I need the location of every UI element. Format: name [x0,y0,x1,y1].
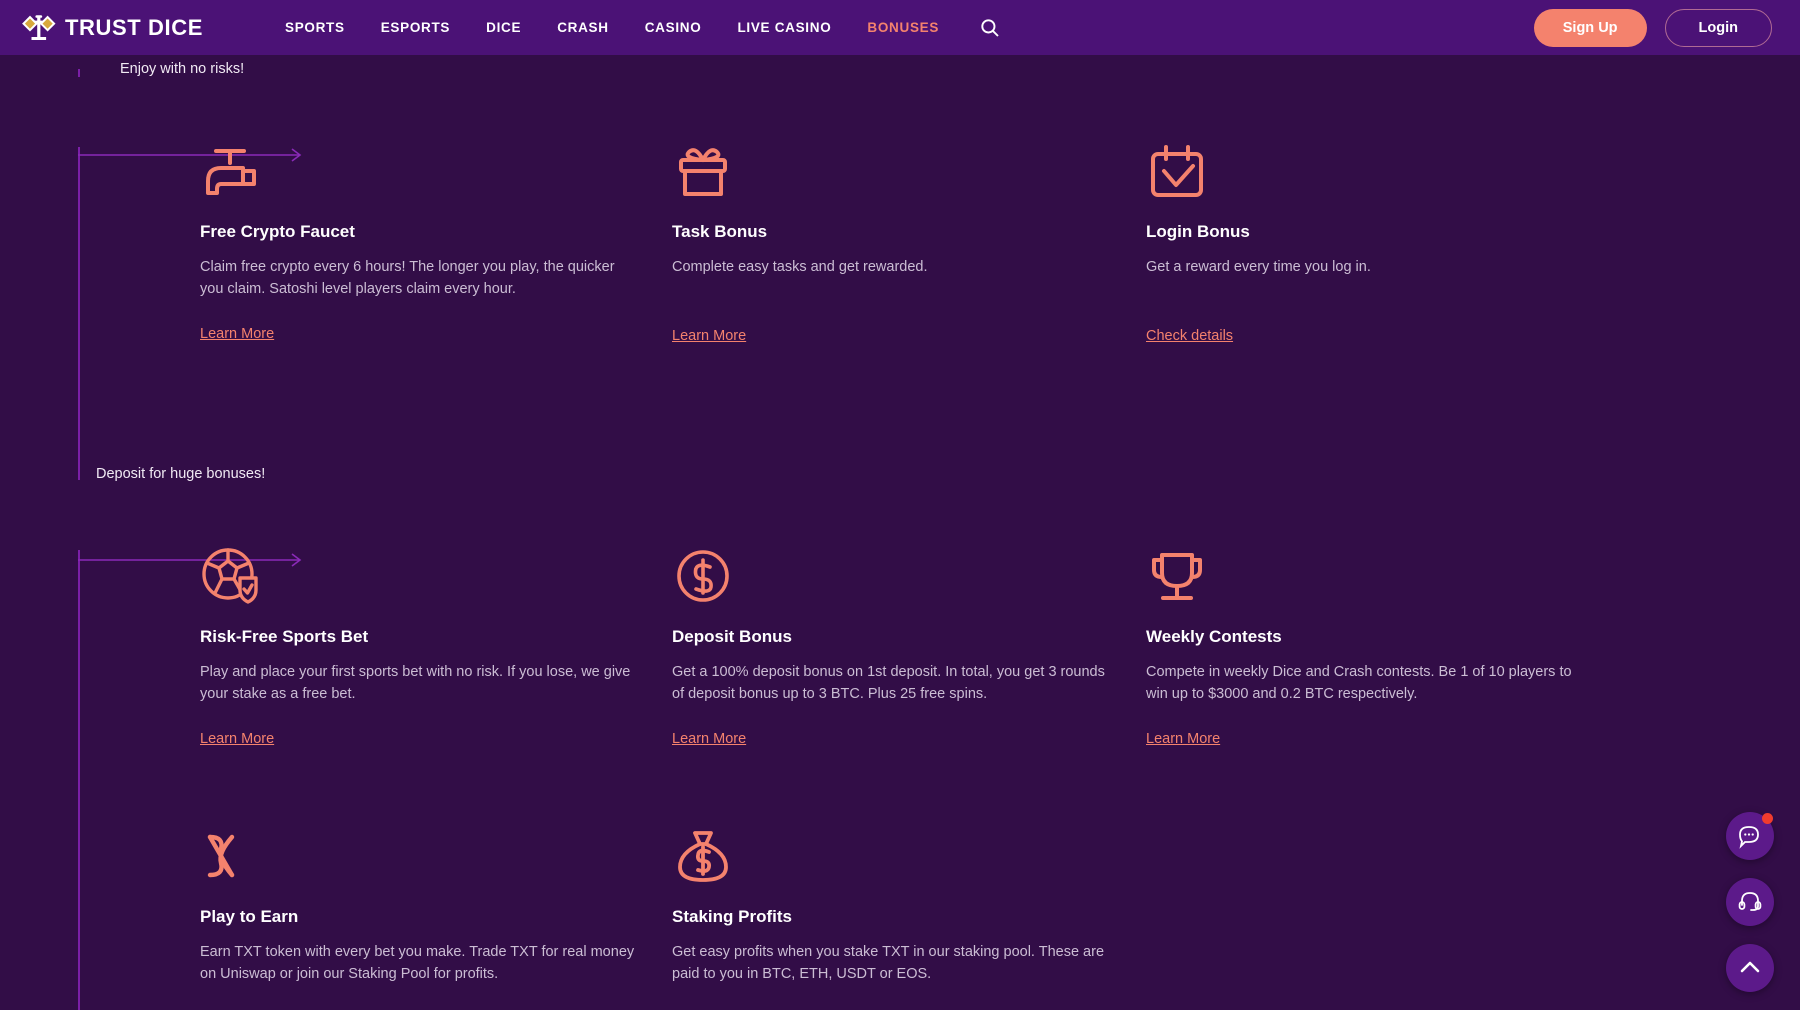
chat-bubble-icon [1739,826,1759,849]
card-title: Play to Earn [200,907,299,926]
login-button[interactable]: Login [1664,8,1772,47]
card-title: Deposit Bonus [672,627,792,646]
nav-item-crash[interactable]: CRASH [539,20,627,35]
card-description: Play and place your first sports bet wit… [200,664,631,703]
gift-box-icon [679,148,727,196]
check-details-link[interactable]: Check details [1146,328,1233,344]
card-title: Weekly Contests [1146,627,1282,646]
card-description: Get a 100% deposit bonus on 1st deposit.… [672,664,1105,703]
main-nav: SPORTS ESPORTS DICE CRASH CASINO LIVE CA… [267,15,1003,41]
nav-item-sports[interactable]: SPORTS [267,20,363,35]
card-description: Claim free crypto every 6 hours! The lon… [200,259,615,298]
learn-more-link[interactable]: Learn More [672,328,746,344]
support-button[interactable] [1726,878,1774,926]
nav-item-casino[interactable]: CASINO [627,20,720,35]
card-description: Get a reward every time you log in. [1146,259,1371,275]
logo[interactable]: TRUST DICE [22,13,203,43]
trophy-icon [1152,553,1202,600]
learn-more-link[interactable]: Learn More [672,731,746,747]
site-header: TRUST DICE SPORTS ESPORTS DICE CRASH CAS… [0,0,1800,55]
learn-more-link[interactable]: Learn More [200,731,274,747]
card-description: Complete easy tasks and get rewarded. [672,259,928,275]
floating-action-buttons [1726,812,1774,992]
nav-item-bonuses[interactable]: BONUSES [849,20,957,35]
learn-more-link[interactable]: Learn More [1146,731,1220,747]
bonus-card: Weekly Contests Compete in weekly Dice a… [1146,545,1586,748]
learn-more-link[interactable]: Learn More [200,326,274,342]
card-title: Risk-Free Sports Bet [200,627,369,646]
scroll-to-top-button[interactable] [1726,944,1774,992]
bonus-card: Risk-Free Sports Bet Play and place your… [200,545,640,748]
rail-gap-section-2 [77,480,81,550]
soccer-ball-shield-icon [202,548,258,604]
page-body: Enjoy with no risks! Free Crypto Faucet … [0,55,1800,1010]
balance-scale-icon [22,14,56,40]
search-icon[interactable] [977,15,1003,41]
section-heading-2: Deposit for huge bonuses! [96,466,266,482]
faucet-icon [206,149,256,195]
nav-item-esports[interactable]: ESPORTS [363,20,468,35]
section-heading-1: Enjoy with no risks! [120,61,245,77]
card-description: Earn TXT token with every bet you make. … [200,944,635,983]
rail-gap-top [77,55,81,69]
calendar-check-icon [1151,145,1203,197]
bonus-card: Deposit Bonus Get a 100% deposit bonus o… [672,545,1112,748]
nav-item-live-casino[interactable]: LIVE CASINO [719,20,849,35]
nav-item-dice[interactable]: DICE [468,20,539,35]
notification-badge [1762,813,1773,824]
headset-support-icon [1738,892,1762,911]
card-title: Task Bonus [672,222,768,241]
card-title: Login Bonus [1146,222,1250,241]
header-actions: Sign Up Login [1533,8,1772,47]
card-description: Get easy profits when you stake TXT in o… [672,944,1105,983]
dollar-circle-icon [677,550,729,602]
bonus-card: Play to Earn Earn TXT token with every b… [200,825,640,985]
rail-gap-section-1 [77,77,81,147]
money-bag-icon [678,831,728,882]
chevron-up-icon [1740,961,1760,973]
bonus-card: Login Bonus Get a reward every time you … [1146,140,1586,345]
logo-text: TRUST DICE [65,14,203,40]
chat-button[interactable] [1726,812,1774,860]
card-description: Compete in weekly Dice and Crash contest… [1146,664,1572,703]
card-title: Free Crypto Faucet [200,222,355,241]
bonus-card: Free Crypto Faucet Claim free crypto eve… [200,140,640,343]
bonus-card: Staking Profits Get easy profits when yo… [672,825,1112,985]
shuffle-x-icon [207,834,235,878]
bonus-card: Task Bonus Complete easy tasks and get r… [672,140,1112,345]
card-title: Staking Profits [672,907,792,926]
sign-up-button[interactable]: Sign Up [1533,8,1647,47]
